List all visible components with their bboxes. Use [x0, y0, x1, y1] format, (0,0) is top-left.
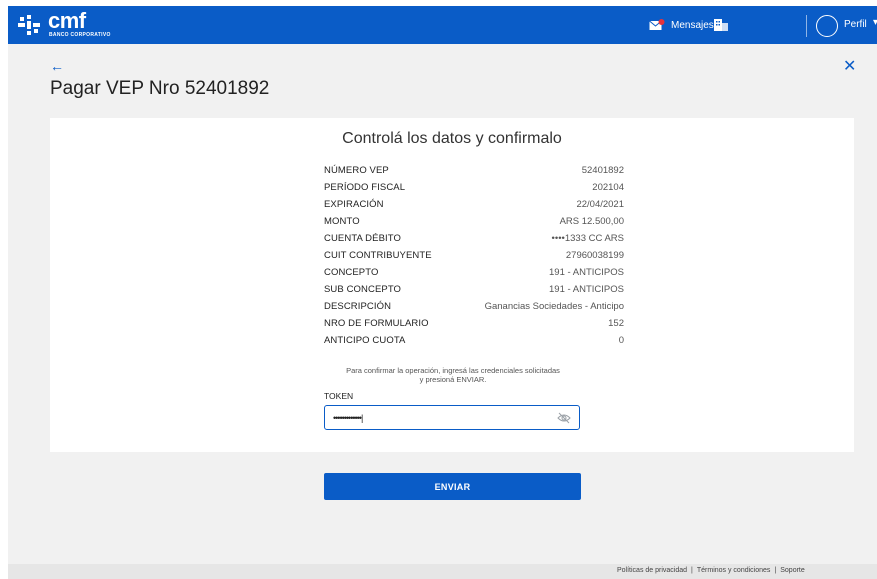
chevron-down-icon[interactable]: ▾: [873, 17, 877, 28]
detail-row-expiracion: EXPIRACIÓN 22/04/2021: [324, 196, 624, 213]
detail-label: PERÍODO FISCAL: [324, 182, 406, 193]
detail-label: NRO DE FORMULARIO: [324, 318, 429, 329]
detail-value: ••••1333 CC ARS: [551, 233, 624, 244]
detail-row-cuenta-debito: CUENTA DÉBITO ••••1333 CC ARS: [324, 230, 624, 247]
detail-label: CUENTA DÉBITO: [324, 233, 401, 244]
footer-separator: |: [774, 567, 777, 574]
support-link[interactable]: Soporte: [780, 567, 805, 574]
detail-row-sub-concepto: SUB CONCEPTO 191 - ANTICIPOS: [324, 281, 624, 298]
detail-label: CUIT CONTRIBUYENTE: [324, 250, 432, 261]
detail-label: EXPIRACIÓN: [324, 199, 384, 210]
detail-row-descripcion: DESCRIPCIÓN Ganancias Sociedades - Antic…: [324, 298, 624, 315]
confirmation-card: Controlá los datos y confirmalo NÚMERO V…: [50, 118, 854, 452]
detail-value: 152: [608, 318, 624, 329]
eye-off-icon[interactable]: [557, 412, 571, 424]
footer: Políticas de privacidad | Términos y condi…: [8, 564, 877, 579]
confirm-text-line-2: y presioná ENVIAR.: [419, 375, 487, 384]
token-label: TOKEN: [324, 391, 354, 401]
brand-subtitle: BANCO CORPORATIVO: [49, 32, 111, 38]
detail-value: 22/04/2021: [576, 199, 624, 210]
privacy-link[interactable]: Políticas de privacidad: [617, 567, 687, 574]
back-arrow-icon[interactable]: ←: [50, 58, 64, 74]
details-list: NÚMERO VEP 52401892 PERÍODO FISCAL 20210…: [324, 162, 624, 349]
page-title: Pagar VEP Nro 52401892: [50, 78, 270, 99]
send-button[interactable]: ENVIAR: [324, 473, 581, 500]
detail-label: DESCRIPCIÓN: [324, 301, 392, 312]
top-header: cmf BANCO CORPORATIVO Mensajes Perfil ▾: [8, 6, 877, 44]
messages-button[interactable]: Mensajes: [649, 18, 714, 32]
detail-value: 191 - ANTICIPOS: [549, 284, 624, 295]
footer-links: Políticas de privacidad | Términos y condi…: [617, 567, 805, 574]
confirm-instructions: Para confirmar la operación, ingresá las…: [324, 366, 582, 384]
detail-value: 191 - ANTICIPOS: [549, 267, 624, 278]
close-icon[interactable]: ✕: [843, 56, 856, 76]
detail-row-periodo-fiscal: PERÍODO FISCAL 202104: [324, 179, 624, 196]
detail-label: CONCEPTO: [324, 267, 379, 278]
detail-value: ARS 12.500,00: [559, 216, 624, 227]
detail-row-monto: MONTO ARS 12.500,00: [324, 213, 624, 230]
building-icon[interactable]: [714, 18, 728, 31]
detail-row-concepto: CONCEPTO 191 - ANTICIPOS: [324, 264, 624, 281]
token-input[interactable]: •••••••••••••|: [324, 405, 580, 430]
detail-label: NÚMERO VEP: [324, 165, 389, 176]
mail-icon: [649, 19, 665, 30]
detail-label: MONTO: [324, 216, 360, 227]
profile-menu[interactable]: Perfil: [844, 19, 867, 30]
messages-label: Mensajes: [671, 19, 714, 31]
app-window: cmf BANCO CORPORATIVO Mensajes Perfil ▾ …: [8, 6, 877, 579]
header-divider: [806, 15, 807, 37]
avatar[interactable]: [816, 15, 838, 37]
detail-label: ANTICIPO CUOTA: [324, 335, 406, 346]
card-title: Controlá los datos y confirmalo: [342, 130, 562, 147]
footer-separator: |: [691, 567, 693, 574]
detail-value: 0: [618, 335, 624, 346]
token-value: •••••••••••••|: [333, 413, 363, 423]
detail-row-nro-formulario: NRO DE FORMULARIO 152: [324, 315, 624, 332]
confirm-text-line-1: Para confirmar la operación, ingresá las…: [346, 366, 560, 375]
detail-value: Ganancias Sociedades - Anticipo: [484, 301, 624, 312]
logo-mark-icon: [18, 15, 40, 35]
detail-value: 202104: [592, 182, 624, 193]
detail-row-cuit: CUIT CONTRIBUYENTE 27960038199: [324, 247, 624, 264]
detail-value: 52401892: [581, 165, 624, 176]
brand-name: cmf: [48, 8, 86, 33]
detail-row-anticipo-cuota: ANTICIPO CUOTA 0: [324, 332, 624, 349]
detail-row-numero-vep: NÚMERO VEP 52401892: [324, 162, 624, 179]
detail-label: SUB CONCEPTO: [324, 284, 402, 295]
detail-value: 27960038199: [565, 250, 624, 261]
terms-link[interactable]: Términos y condiciones: [697, 567, 771, 574]
